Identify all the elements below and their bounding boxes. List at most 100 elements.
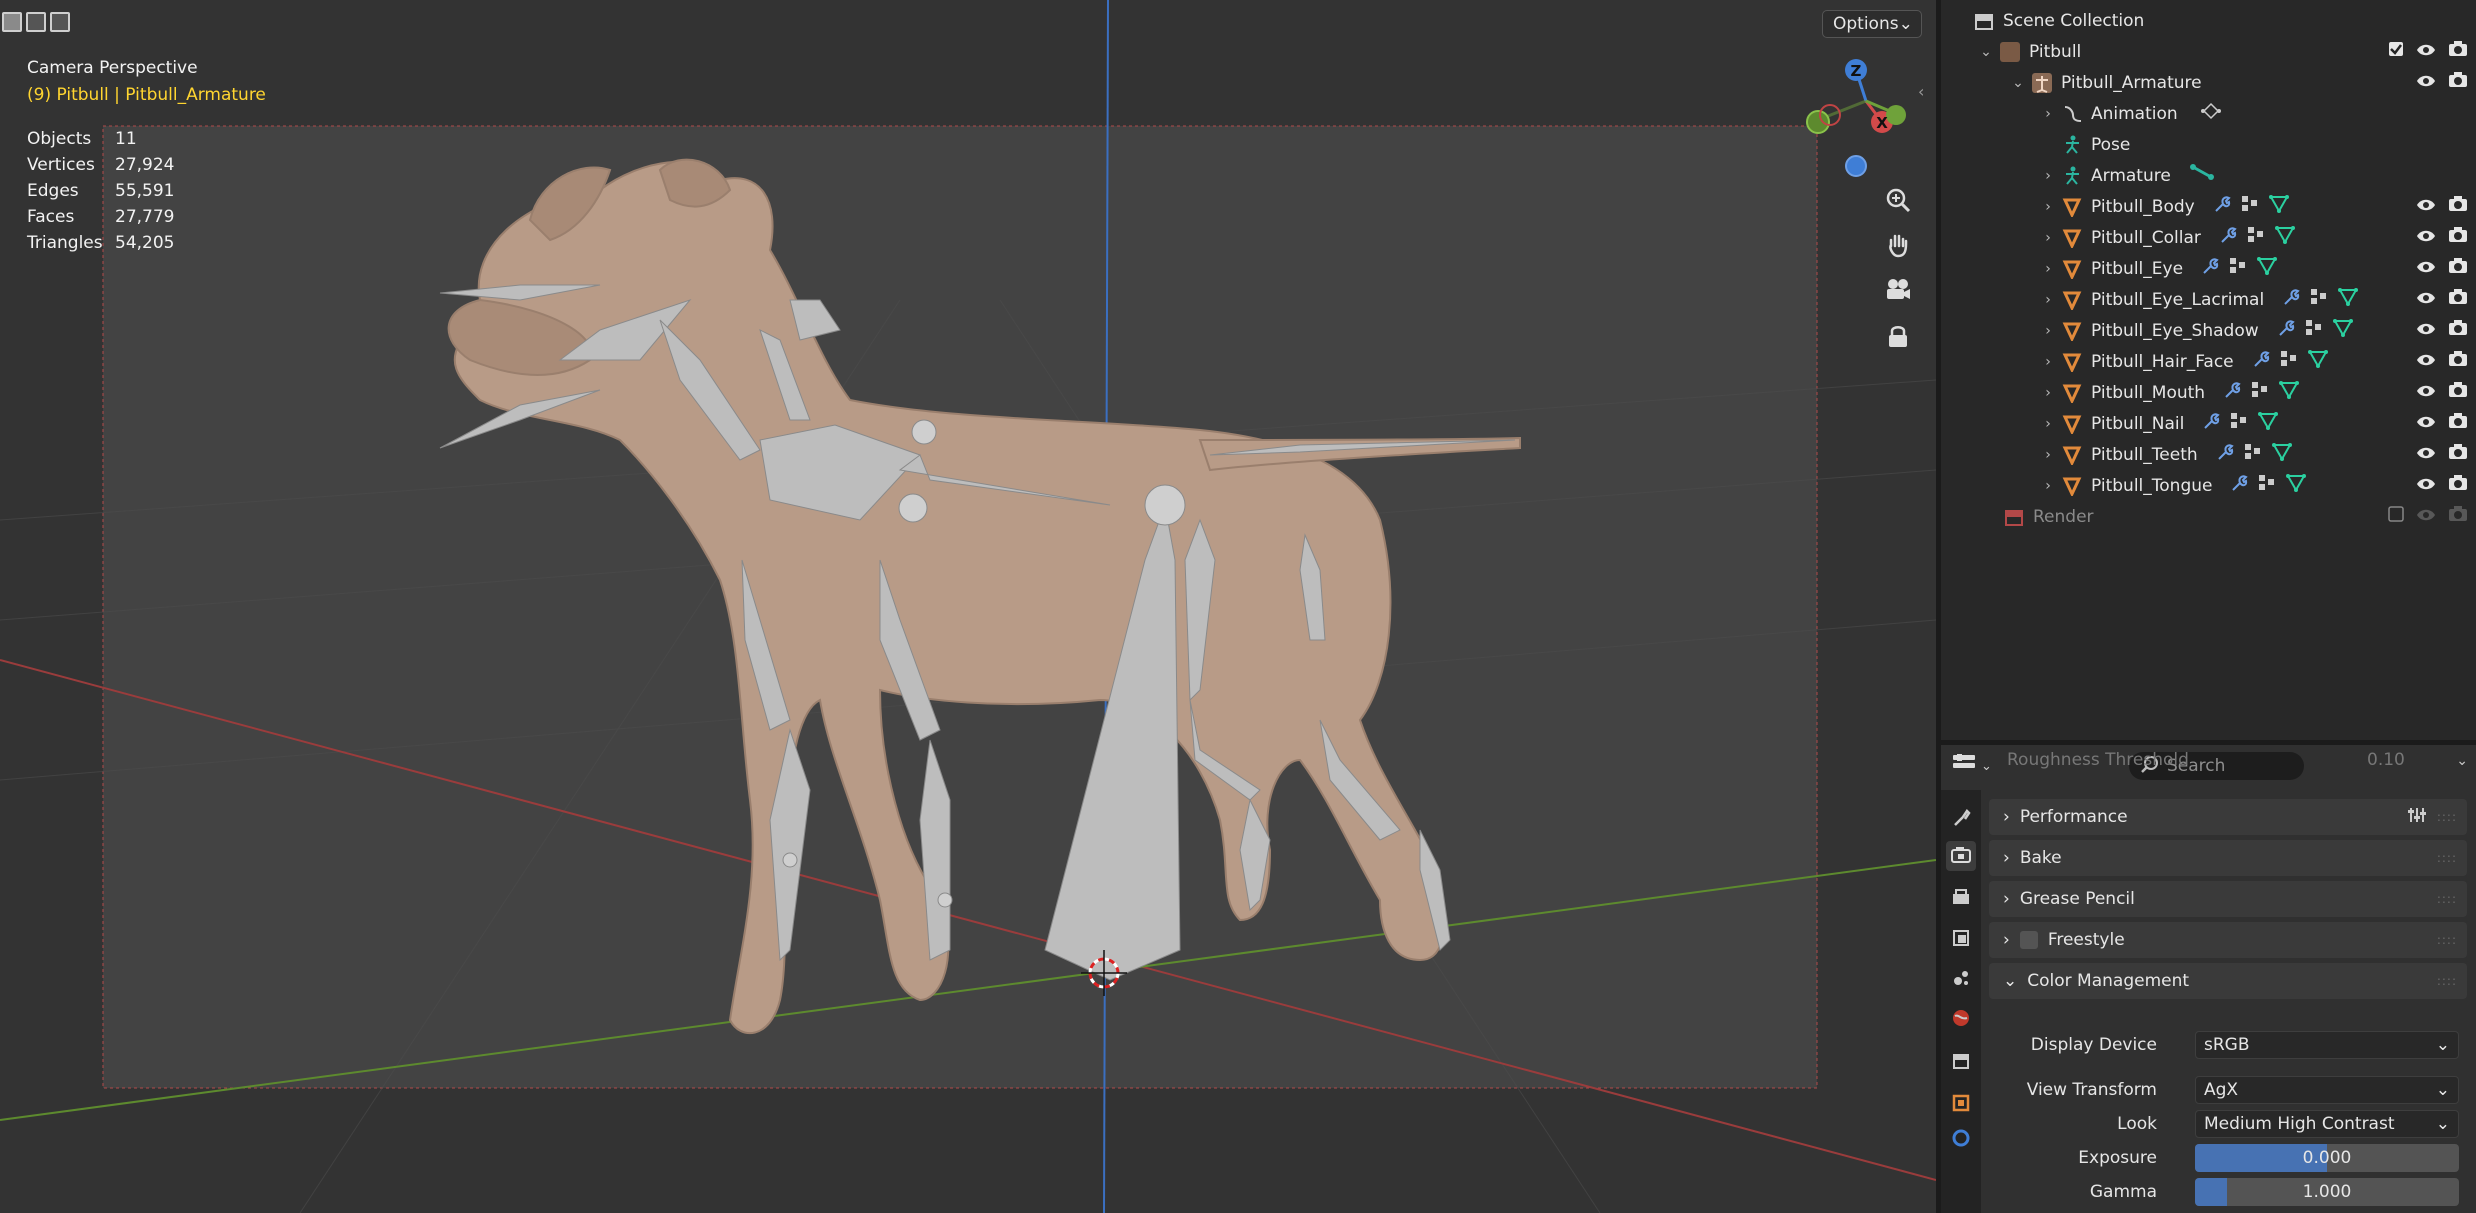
checkbox-icon[interactable] [2388,506,2404,527]
chevron-right-icon[interactable]: › [2041,447,2055,463]
chevron-right-icon[interactable]: › [2041,292,2055,308]
camera-render-icon[interactable] [2448,351,2468,372]
outliner-row-mesh[interactable]: › Pitbull_Mouth [1941,377,2476,408]
drag-grip-icon[interactable]: :::: [2437,892,2457,906]
display-device-select[interactable]: sRGB ⌄ [2195,1031,2459,1059]
outliner-row-mesh[interactable]: › Pitbull_Eye [1941,253,2476,284]
look-select[interactable]: Medium High Contrast ⌄ [2195,1110,2459,1138]
outliner-row-mesh[interactable]: › Pitbull_Tongue [1941,470,2476,501]
editor-type-dropdown[interactable]: ⌄ [1951,752,1992,781]
eye-icon[interactable] [2416,414,2436,434]
eye-icon[interactable] [2416,383,2436,403]
outliner-row-mesh[interactable]: › Pitbull_Hair_Face [1941,346,2476,377]
camera-render-icon[interactable] [2448,506,2468,527]
camera-render-icon[interactable] [2448,289,2468,310]
eye-icon[interactable] [2416,228,2436,248]
chevron-down-icon[interactable]: ⌄ [2011,75,2025,91]
scene-properties-icon[interactable] [1946,963,1976,993]
panel-grease-pencil[interactable]: › Grease Pencil :::: [1989,881,2467,917]
eye-icon[interactable] [2416,507,2436,527]
3d-viewport[interactable]: Z X Options ⌄ Camera Perspective (9) Pit… [0,0,1936,1213]
outliner-row-mesh[interactable]: › Pitbull_Nail [1941,408,2476,439]
camera-view-icon[interactable] [1878,270,1918,310]
eye-icon[interactable] [2416,259,2436,279]
camera-render-icon[interactable] [2448,41,2468,62]
gamma-slider[interactable]: 1.000 [2195,1178,2459,1206]
outliner-row-mesh[interactable]: › Pitbull_Body [1941,191,2476,222]
outliner-row-scene-collection[interactable]: Scene Collection [1941,5,2476,36]
eye-icon[interactable] [2416,197,2436,217]
camera-render-icon[interactable] [2448,382,2468,403]
chevron-right-icon[interactable]: › [2041,230,2055,246]
camera-render-icon[interactable] [2448,72,2468,93]
chevron-down-icon[interactable]: ⌄ [1979,44,1993,60]
camera-render-icon[interactable] [2448,196,2468,217]
camera-render-icon[interactable] [2448,320,2468,341]
outliner-row-armature-data[interactable]: › Armature [1941,160,2476,191]
output-properties-icon[interactable] [1946,883,1976,913]
camera-render-icon[interactable] [2448,444,2468,465]
exposure-slider[interactable]: 0.000 [2195,1144,2459,1172]
eye-icon[interactable] [2416,352,2436,372]
view-transform-select[interactable]: AgX ⌄ [2195,1076,2459,1104]
collection-properties-icon[interactable] [1946,1046,1976,1076]
vertex-groups-icon [2247,226,2265,249]
drag-grip-icon[interactable]: :::: [2437,851,2457,865]
panel-freestyle[interactable]: › Freestyle :::: [1989,922,2467,958]
panel-bake[interactable]: › Bake :::: [1989,840,2467,876]
hand-pan-icon[interactable] [1878,225,1918,265]
chevron-right-icon[interactable]: › [2041,416,2055,432]
eye-icon[interactable] [2416,321,2436,341]
view-layer-icon[interactable] [1946,923,1976,953]
chevron-right-icon[interactable]: › [2041,385,2055,401]
chevron-right-icon[interactable]: › [2041,478,2055,494]
mesh-object-icon [2061,227,2083,249]
camera-render-icon[interactable] [2448,475,2468,496]
outliner-row-mesh[interactable]: › Pitbull_Eye_Lacrimal [1941,284,2476,315]
chevron-right-icon[interactable]: › [2041,323,2055,339]
eye-icon[interactable] [2416,290,2436,310]
panel-color-management[interactable]: ⌄ Color Management :::: [1989,963,2467,999]
chevron-left-icon[interactable]: ‹ [1918,82,1924,101]
outliner-row-pose[interactable]: Pose [1941,129,2476,160]
camera-render-icon[interactable] [2448,413,2468,434]
options-dropdown[interactable]: Options ⌄ [1822,10,1922,38]
select-new-icon[interactable] [2,12,22,32]
physics-properties-icon[interactable] [1946,1123,1976,1153]
tool-settings-icon[interactable] [1946,802,1976,832]
drag-grip-icon[interactable]: :::: [2437,810,2457,824]
object-properties-icon[interactable] [1946,1088,1976,1118]
outliner-row-pitbull[interactable]: ⌄ Pitbull [1941,36,2476,67]
outliner-row-mesh[interactable]: › Pitbull_Eye_Shadow [1941,315,2476,346]
camera-render-icon[interactable] [2448,258,2468,279]
chevron-right-icon[interactable]: › [2041,199,2055,215]
outliner-row-mesh[interactable]: › Pitbull_Collar [1941,222,2476,253]
render-properties-icon[interactable] [1946,841,1976,871]
eye-icon[interactable] [2416,73,2436,93]
chevron-down-icon[interactable]: ⌄ [2456,753,2468,769]
lock-icon[interactable] [1878,316,1918,356]
chevron-right-icon[interactable]: › [2041,168,2055,184]
animation-label: Animation [2091,103,2178,124]
chevron-right-icon[interactable]: › [2041,106,2055,122]
outliner-row-render[interactable]: Render [1941,501,2476,532]
select-extend-icon[interactable] [26,12,46,32]
eye-icon[interactable] [2416,42,2436,62]
chevron-right-icon[interactable]: › [2041,261,2055,277]
zoom-icon[interactable] [1878,180,1918,220]
drag-grip-icon[interactable]: :::: [2437,933,2457,947]
select-subtract-icon[interactable] [50,12,70,32]
chevron-right-icon[interactable]: › [2041,354,2055,370]
panel-performance[interactable]: › Performance :::: [1989,799,2467,835]
sliders-icon[interactable] [2407,806,2427,829]
drag-grip-icon[interactable]: :::: [2437,974,2457,988]
outliner-row-animation[interactable]: › Animation [1941,98,2476,129]
world-properties-icon[interactable] [1946,1003,1976,1033]
outliner-row-mesh[interactable]: › Pitbull_Teeth [1941,439,2476,470]
outliner-row-armature-object[interactable]: ⌄ Pitbull_Armature [1941,67,2476,98]
eye-icon[interactable] [2416,476,2436,496]
eye-icon[interactable] [2416,445,2436,465]
checkbox-icon[interactable] [2388,41,2404,62]
freestyle-checkbox[interactable] [2019,931,2038,949]
camera-render-icon[interactable] [2448,227,2468,248]
